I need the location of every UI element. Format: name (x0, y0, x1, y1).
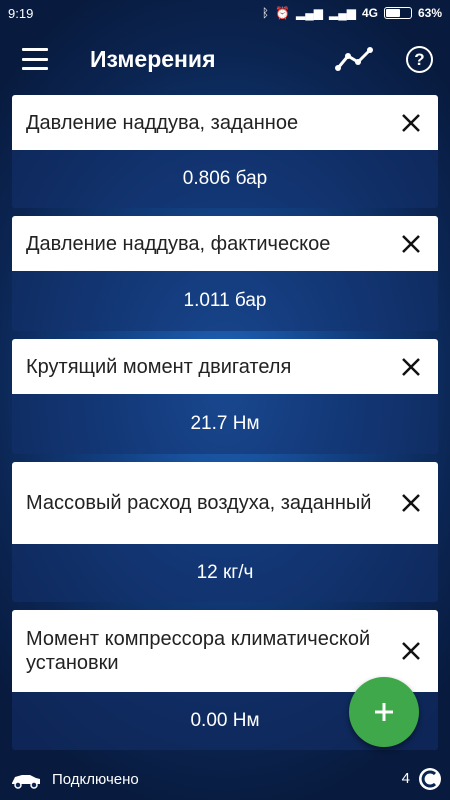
battery-icon (383, 7, 412, 19)
measurement-list: Давление наддува, заданное 0.806 бар Дав… (12, 95, 438, 758)
close-icon[interactable] (398, 354, 424, 380)
app-bar: Измерения ? (0, 26, 450, 92)
bluetooth-icon: ᛒ (261, 6, 270, 20)
measurement-card: Давление наддува, заданное 0.806 бар (12, 95, 438, 208)
measurement-label: Массовый расход воздуха, заданный (26, 492, 372, 514)
measurement-label: Момент компрессора климатической установ… (26, 628, 371, 674)
close-icon[interactable] (398, 110, 424, 136)
plus-icon (375, 703, 393, 721)
close-icon[interactable] (398, 490, 424, 516)
measurement-value: 12 кг/ч (12, 544, 438, 602)
close-icon[interactable] (398, 231, 424, 257)
car-icon (12, 775, 40, 789)
measurement-header: Крутящий момент двигателя (12, 339, 438, 394)
page-title: Измерения (90, 46, 216, 72)
status-icons: ᛒ ⏰ ▂▄▆ ▂▄▆ 4G 63% (262, 6, 442, 20)
app-logo-icon (419, 768, 441, 790)
measurement-label: Крутящий момент двигателя (26, 355, 292, 378)
measurement-value: 0.806 бар (12, 150, 438, 208)
measurement-header: Давление наддува, фактическое (12, 216, 438, 271)
signal-icon-2: ▂▄▆ (328, 6, 356, 20)
menu-icon[interactable] (22, 48, 48, 70)
measurement-label: Давление наддува, фактическое (26, 232, 331, 255)
add-measurement-button[interactable] (349, 677, 419, 747)
line-chart-icon[interactable] (334, 44, 374, 74)
help-icon[interactable]: ? (406, 46, 433, 73)
connection-status: Подключено (52, 770, 139, 788)
measurement-header: Давление наддува, заданное (12, 95, 438, 150)
battery-percent: 63% (417, 6, 442, 20)
measurement-card: Давление наддува, фактическое 1.011 бар (12, 216, 438, 331)
measurement-card: Массовый расход воздуха, заданный 12 кг/… (12, 462, 438, 602)
network-type: 4G (361, 6, 378, 20)
connection-footer: Подключено 4 (0, 758, 450, 800)
measurement-value: 21.7 Нм (12, 394, 438, 454)
status-time: 9:19 (8, 5, 34, 21)
alarm-icon: ⏰ (275, 6, 291, 20)
measurement-label: Давление наддува, заданное (26, 111, 299, 134)
measurement-card: Крутящий момент двигателя 21.7 Нм (12, 339, 438, 454)
signal-icon: ▂▄▆ (296, 6, 323, 20)
connection-count: 4 (401, 770, 410, 787)
close-icon[interactable] (398, 638, 424, 664)
measurement-value: 1.011 бар (12, 271, 438, 331)
measurement-header: Массовый расход воздуха, заданный (12, 462, 438, 544)
status-bar: 9:19 ᛒ ⏰ ▂▄▆ ▂▄▆ 4G 63% (0, 0, 450, 26)
